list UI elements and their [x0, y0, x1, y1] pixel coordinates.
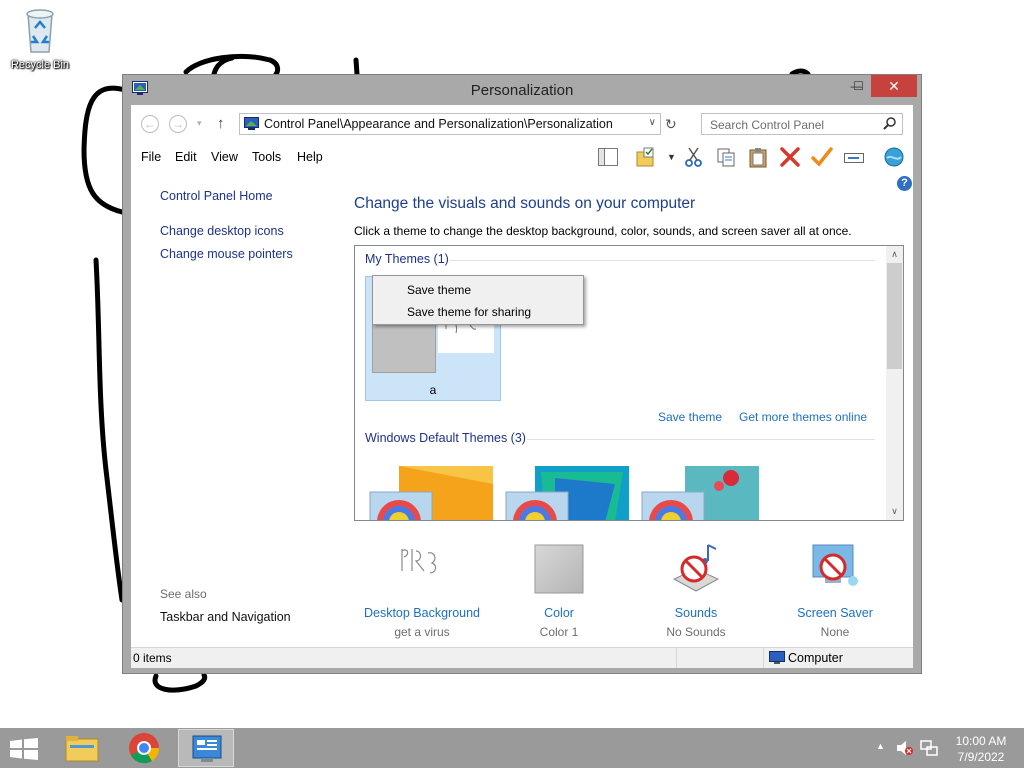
address-bar[interactable]: Control Panel\Appearance and Personaliza… [239, 113, 661, 135]
screen-saver-value: None [820, 625, 850, 639]
scroll-down-icon[interactable]: ∨ [886, 506, 903, 517]
clock-date: 7/9/2022 [957, 750, 1005, 764]
my-themes-group-label[interactable]: My Themes (1) [365, 252, 449, 266]
control-panel-home-link[interactable]: Control Panel Home [160, 189, 273, 203]
navigation-bar: ← → ▾ ↑ Control Panel\Appearance and Per… [131, 105, 913, 141]
taskbar-control-panel[interactable] [178, 729, 234, 767]
forward-button[interactable]: → [169, 115, 187, 133]
windows-default-themes-group-label[interactable]: Windows Default Themes (3) [365, 431, 526, 445]
cut-icon[interactable] [683, 146, 705, 168]
delete-icon[interactable] [779, 146, 801, 168]
help-icon[interactable]: ? [897, 176, 912, 191]
folder-options-icon[interactable] [635, 146, 657, 168]
clock-time: 10:00 AM [955, 734, 1007, 748]
desktop-icon-label: Recycle Bin [10, 59, 70, 71]
copy-icon[interactable] [715, 146, 737, 168]
system-clock[interactable]: 10:00 AM 7/9/2022 [946, 733, 1016, 765]
layout-pane-icon[interactable] [597, 146, 619, 168]
page-title: Change the visuals and sounds on your co… [354, 195, 696, 212]
sounds-icon [672, 544, 720, 592]
folder-options-dropdown-icon[interactable]: ▼ [667, 152, 676, 162]
window-client: ← → ▾ ↑ Control Panel\Appearance and Per… [131, 105, 913, 668]
screen-saver-icon [812, 544, 858, 586]
get-more-themes-link[interactable]: Get more themes online [739, 410, 867, 424]
change-mouse-pointers-link[interactable]: Change mouse pointers [160, 247, 293, 261]
show-hidden-icons[interactable]: ▲ [876, 741, 885, 751]
change-desktop-icons-link[interactable]: Change desktop icons [160, 224, 284, 238]
status-separator [676, 648, 677, 668]
color-swatch-icon [534, 544, 584, 594]
search-icon[interactable] [883, 117, 896, 131]
see-also-label: See also [160, 587, 207, 601]
theme-tile-lines-and-colors[interactable] [505, 464, 629, 521]
volume-muted-icon[interactable] [896, 740, 914, 756]
scroll-up-icon[interactable]: ∧ [886, 249, 903, 260]
color-label: Color [544, 606, 574, 620]
network-icon[interactable] [920, 739, 938, 757]
scrollbar-thumb[interactable] [887, 263, 902, 369]
theme-name: a [429, 383, 437, 397]
search-box[interactable]: Search Control Panel [701, 113, 903, 135]
refresh-icon[interactable]: ↻ [665, 116, 677, 133]
properties-check-icon[interactable] [811, 146, 833, 168]
chrome-icon [129, 733, 160, 764]
taskbar-chrome[interactable] [116, 729, 172, 767]
menu-file[interactable]: File [141, 150, 161, 164]
paste-icon[interactable] [747, 146, 769, 168]
personalization-window: Personalization — ☐ ✕ ← → ▾ ↑ Control Pa… [122, 74, 922, 674]
desktop-background-icon [396, 547, 448, 591]
screen-saver-label: Screen Saver [797, 606, 873, 620]
taskbar-and-navigation-link[interactable]: Taskbar and Navigation [160, 610, 291, 624]
control-panel-icon [244, 117, 259, 130]
maximize-button[interactable]: ☐ [845, 75, 872, 97]
context-menu-save-theme[interactable]: Save theme [407, 283, 471, 297]
sounds-value: No Sounds [666, 625, 726, 639]
search-input[interactable]: Search Control Panel [710, 118, 824, 132]
themes-scrollbar[interactable]: ∧ ∨ [886, 246, 903, 520]
status-bar: 0 items Computer [131, 647, 913, 668]
back-button[interactable]: ← [141, 115, 159, 133]
screen-saver-setting[interactable]: Screen Saver None [765, 541, 905, 639]
status-location: Computer [788, 651, 843, 665]
taskbar: ▲ 10:00 AM 7/9/2022 [0, 728, 1024, 768]
sounds-setting[interactable]: Sounds No Sounds [626, 541, 766, 639]
menu-edit[interactable]: Edit [175, 150, 197, 164]
theme-tile-flowers[interactable] [641, 464, 765, 521]
title-bar[interactable]: Personalization — ☐ ✕ [123, 75, 921, 105]
address-dropdown-icon[interactable]: ∨ [649, 117, 656, 128]
menu-view[interactable]: View [211, 150, 238, 164]
save-theme-link[interactable]: Save theme [658, 410, 722, 424]
computer-icon [769, 651, 785, 664]
menu-bar: File Edit View Tools Help ▼ [131, 141, 913, 169]
recent-pages-icon[interactable]: ▾ [197, 118, 202, 129]
color-value: Color 1 [539, 625, 579, 639]
address-path: Control Panel\Appearance and Personaliza… [264, 117, 613, 131]
recycle-bin-icon [26, 9, 54, 53]
personalization-globe-icon[interactable] [883, 146, 905, 168]
desktop-icon-recycle-bin[interactable]: Recycle Bin [6, 6, 74, 71]
group-divider [527, 439, 875, 440]
context-menu: Save theme Save theme for sharing [372, 275, 584, 325]
desktop-background-label: Desktop Background [363, 606, 481, 620]
desktop-background-setting[interactable]: Desktop Background get a virus [352, 541, 492, 639]
taskbar-file-explorer[interactable] [54, 729, 110, 767]
menu-tools[interactable]: Tools [252, 150, 281, 164]
status-separator [763, 648, 764, 668]
page-subtitle: Click a theme to change the desktop back… [354, 224, 852, 238]
up-button[interactable]: ↑ [217, 115, 225, 132]
status-item-count: 0 items [133, 651, 172, 665]
file-explorer-icon [65, 736, 99, 762]
control-panel-taskbar-icon [192, 735, 222, 762]
rename-icon[interactable] [843, 146, 865, 168]
group-divider [449, 260, 875, 261]
window-title: Personalization [470, 82, 574, 99]
start-windows-icon[interactable] [10, 738, 38, 760]
desktop-background-value: get a virus [394, 625, 450, 639]
close-button[interactable]: ✕ [871, 75, 917, 97]
context-menu-save-theme-for-sharing[interactable]: Save theme for sharing [407, 305, 531, 319]
sounds-label: Sounds [674, 606, 718, 620]
menu-help[interactable]: Help [297, 150, 323, 164]
color-setting[interactable]: Color Color 1 [489, 541, 629, 639]
theme-tile-windows[interactable] [369, 464, 493, 521]
